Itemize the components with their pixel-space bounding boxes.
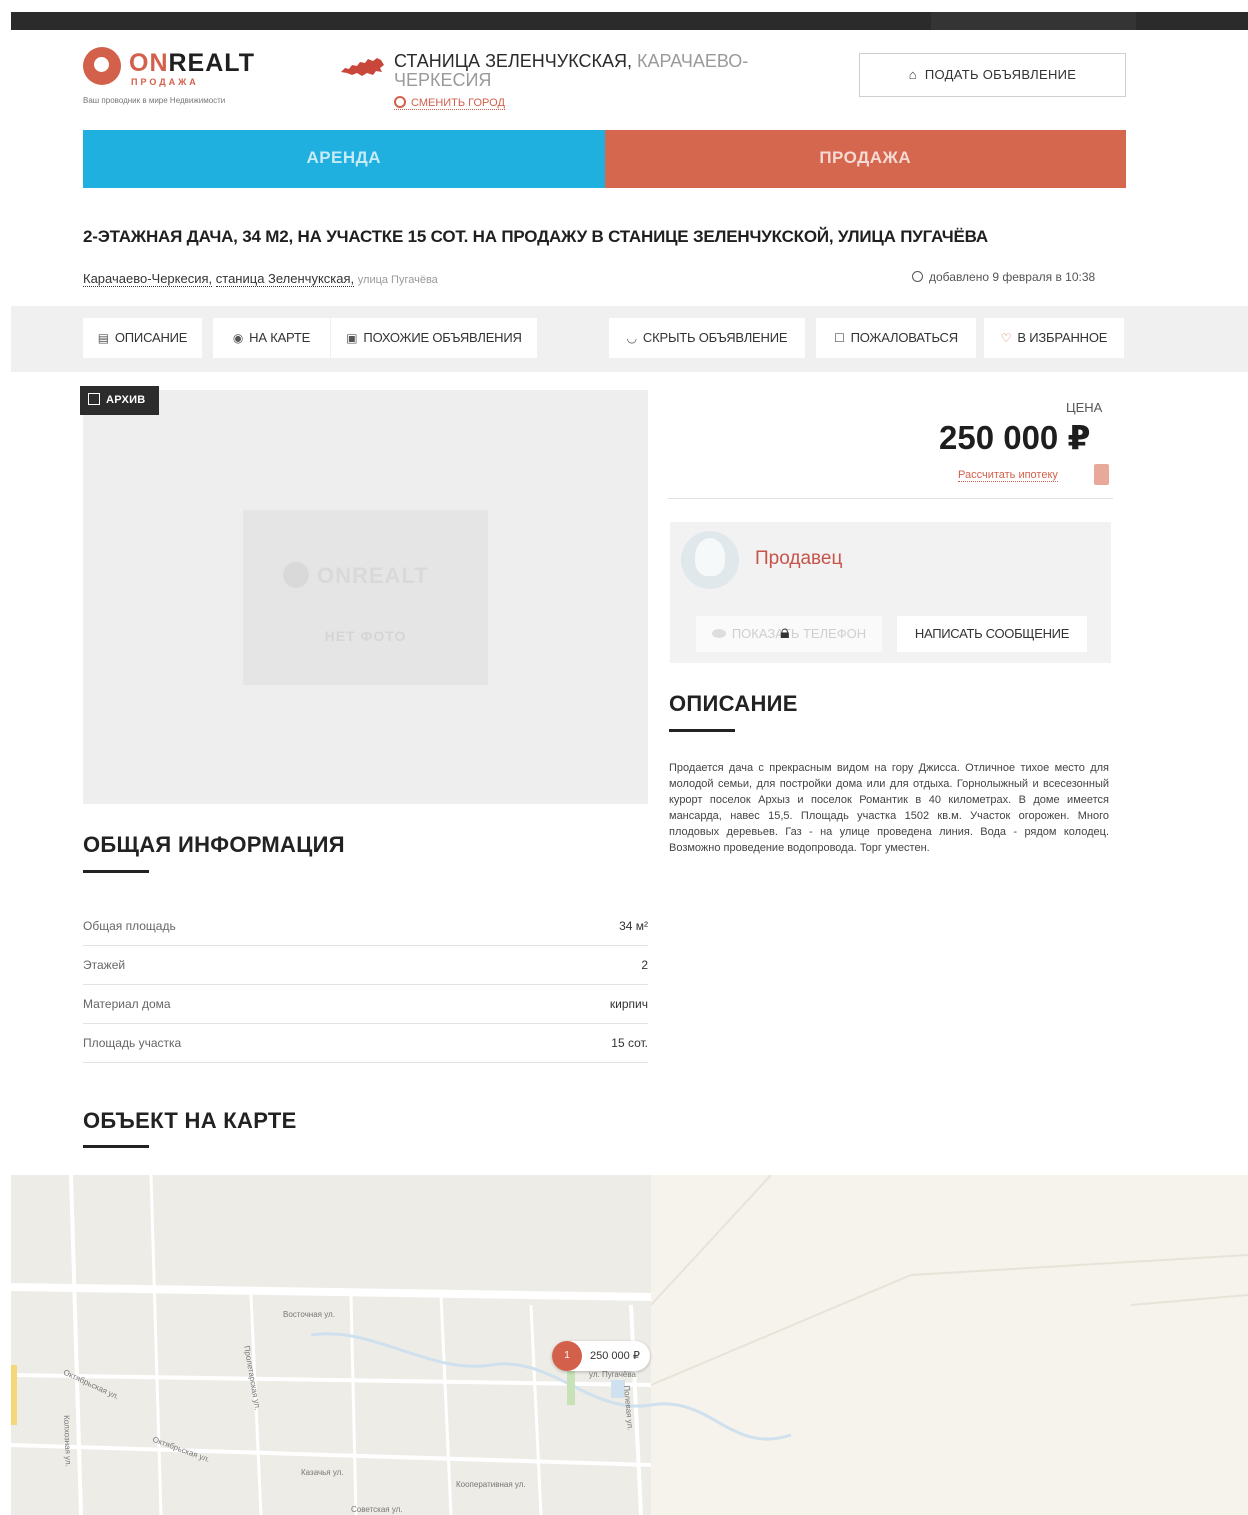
map-price-marker[interactable]: 1 250 000 ₽ (552, 1341, 650, 1371)
map-anchor-button[interactable]: ◉ НА КАРТЕ (213, 318, 330, 358)
report-button[interactable]: ☐ ПОЖАЛОВАТЬСЯ (816, 318, 976, 358)
archive-badge: АРХИВ (80, 386, 159, 415)
seller-name[interactable]: Продавец (755, 548, 842, 570)
info-value: 15 сот. (611, 1036, 648, 1050)
listing-actions-bar: ▤ ОПИСАНИЕ ◉ НА КАРТЕ ▣ ПОХОЖИЕ ОБЪЯВЛЕНИЯ … (11, 306, 1248, 372)
logo-tagline: Ваш проводник в мире Недвижимости (83, 96, 226, 105)
favorite-button[interactable]: ♡ В ИЗБРАННОЕ (984, 318, 1124, 358)
clock-icon (912, 271, 923, 282)
change-city-link[interactable]: СМЕНИТЬ ГОРОД (394, 96, 505, 110)
report-icon: ☐ (834, 331, 845, 345)
general-info-table: Общая площадь 34 м² Этажей 2 Материал дома… (83, 907, 648, 1063)
general-info-heading: ОБЩАЯ ИНФОРМАЦИЯ (83, 832, 345, 857)
heading-underline (83, 1145, 149, 1148)
divider (668, 498, 1113, 499)
top-bar (11, 12, 1248, 30)
street-label: Кооперативная ул. (456, 1480, 526, 1489)
city-name: СТАНИЦА ЗЕЛЕНЧУКСКАЯ, КАРАЧАЕВО-ЧЕРКЕСИЯ (394, 51, 749, 90)
placeholder-logo: ONREALT (283, 562, 429, 589)
info-key: Общая площадь (83, 919, 176, 933)
site-logo[interactable]: ONREALT ПРОДАЖА Ваш проводник в мире Нед… (83, 47, 283, 107)
write-message-button[interactable]: НАПИСАТЬ СООБЩЕНИЕ (897, 616, 1087, 652)
heading-underline (83, 870, 149, 873)
address-city-link[interactable]: станица Зеленчукская, (215, 271, 355, 287)
added-date: добавлено 9 февраля в 10:38 (912, 270, 1095, 284)
info-value: 2 (641, 958, 648, 972)
info-value: кирпич (609, 997, 648, 1011)
similar-icon: ▣ (346, 331, 358, 345)
calculator-icon[interactable] (1094, 464, 1109, 485)
logo-brand: ONREALT (129, 49, 255, 77)
address-street: улица Пугачёва (357, 274, 438, 286)
description-text: Продается дача с прекрасным видом на гор… (669, 762, 1109, 854)
no-photo-text: НЕТ ФОТО (324, 628, 407, 644)
listing-address: Карачаево-Черкесия, станица Зеленчукская… (83, 271, 438, 287)
heading-underline (669, 729, 735, 732)
logo-icon (83, 47, 121, 85)
tab-sale[interactable]: ПРОДАЖА (604, 130, 1126, 188)
no-photo-placeholder: ONREALT НЕТ ФОТО (243, 510, 488, 685)
top-bar-user-area[interactable] (931, 12, 1136, 30)
house-icon: ⌂ (908, 67, 917, 82)
listing-title: 2-ЭТАЖНАЯ ДАЧА, 34 М2, НА УЧАСТКЕ 15 СОТ… (83, 227, 988, 246)
deal-type-tabs: АРЕНДА ПРОДАЖА (83, 130, 1126, 188)
map-pin-icon: ◉ (232, 331, 244, 345)
info-row: Материал дома кирпич (83, 985, 648, 1024)
eye-closed-icon: ◡ (626, 331, 637, 345)
marker-count: 1 (552, 1341, 582, 1371)
marker-price: 250 000 ₽ (590, 1350, 640, 1362)
info-row: Общая площадь 34 м² (83, 907, 648, 946)
price-value: 250 000 ₽ (939, 419, 1091, 456)
eye-icon (711, 629, 726, 638)
avatar (681, 531, 739, 589)
info-key: Этажей (83, 958, 126, 972)
seller-card: Продавец ПОКАЗАТЬ ТЕЛЕФОН 🔒︎ НАПИСАТЬ СО… (670, 522, 1111, 663)
street-label: Советская ул. (351, 1505, 403, 1514)
archive-icon (88, 393, 100, 405)
tab-rent[interactable]: АРЕНДА (83, 130, 605, 188)
info-key: Площадь участка (83, 1036, 182, 1050)
street-label: Казачья ул. (301, 1468, 344, 1477)
logo-subtitle: ПРОДАЖА (131, 77, 199, 87)
post-ad-button[interactable]: ⌂ ПОДАТЬ ОБЪЯВЛЕНИЕ (859, 53, 1126, 97)
street-label: Колхозная ул. (62, 1415, 73, 1467)
thumbs-up-icon: ♡ (1000, 331, 1012, 345)
info-key: Материал дома (83, 997, 171, 1011)
hide-ad-button[interactable]: ◡ СКРЫТЬ ОБЪЯВЛЕНИЕ (609, 318, 805, 358)
info-row: Этажей 2 (83, 946, 648, 985)
document-icon: ▤ (97, 331, 109, 345)
street-label: Восточная ул. (283, 1310, 335, 1319)
mortgage-calc-link[interactable]: Рассчитать ипотеку (958, 469, 1058, 482)
russia-map-icon (341, 58, 384, 76)
street-label: ул. Пугачёва (589, 1370, 636, 1379)
description-heading: ОПИСАНИЕ (669, 691, 798, 716)
description-anchor-button[interactable]: ▤ ОПИСАНИЕ (83, 318, 202, 358)
info-value: 34 м² (619, 919, 648, 933)
info-row: Площадь участка 15 сот. (83, 1024, 648, 1063)
globe-icon (394, 96, 406, 108)
address-region-link[interactable]: Карачаево-Черкесия, (83, 271, 213, 287)
placeholder-logo-icon (283, 562, 309, 588)
similar-ads-button[interactable]: ▣ ПОХОЖИЕ ОБЪЯВЛЕНИЯ (331, 318, 537, 358)
price-label: ЦЕНА (1066, 400, 1103, 415)
lock-icon: 🔒︎ (780, 622, 790, 642)
map-heading: ОБЪЕКТ НА КАРТЕ (83, 1108, 297, 1133)
